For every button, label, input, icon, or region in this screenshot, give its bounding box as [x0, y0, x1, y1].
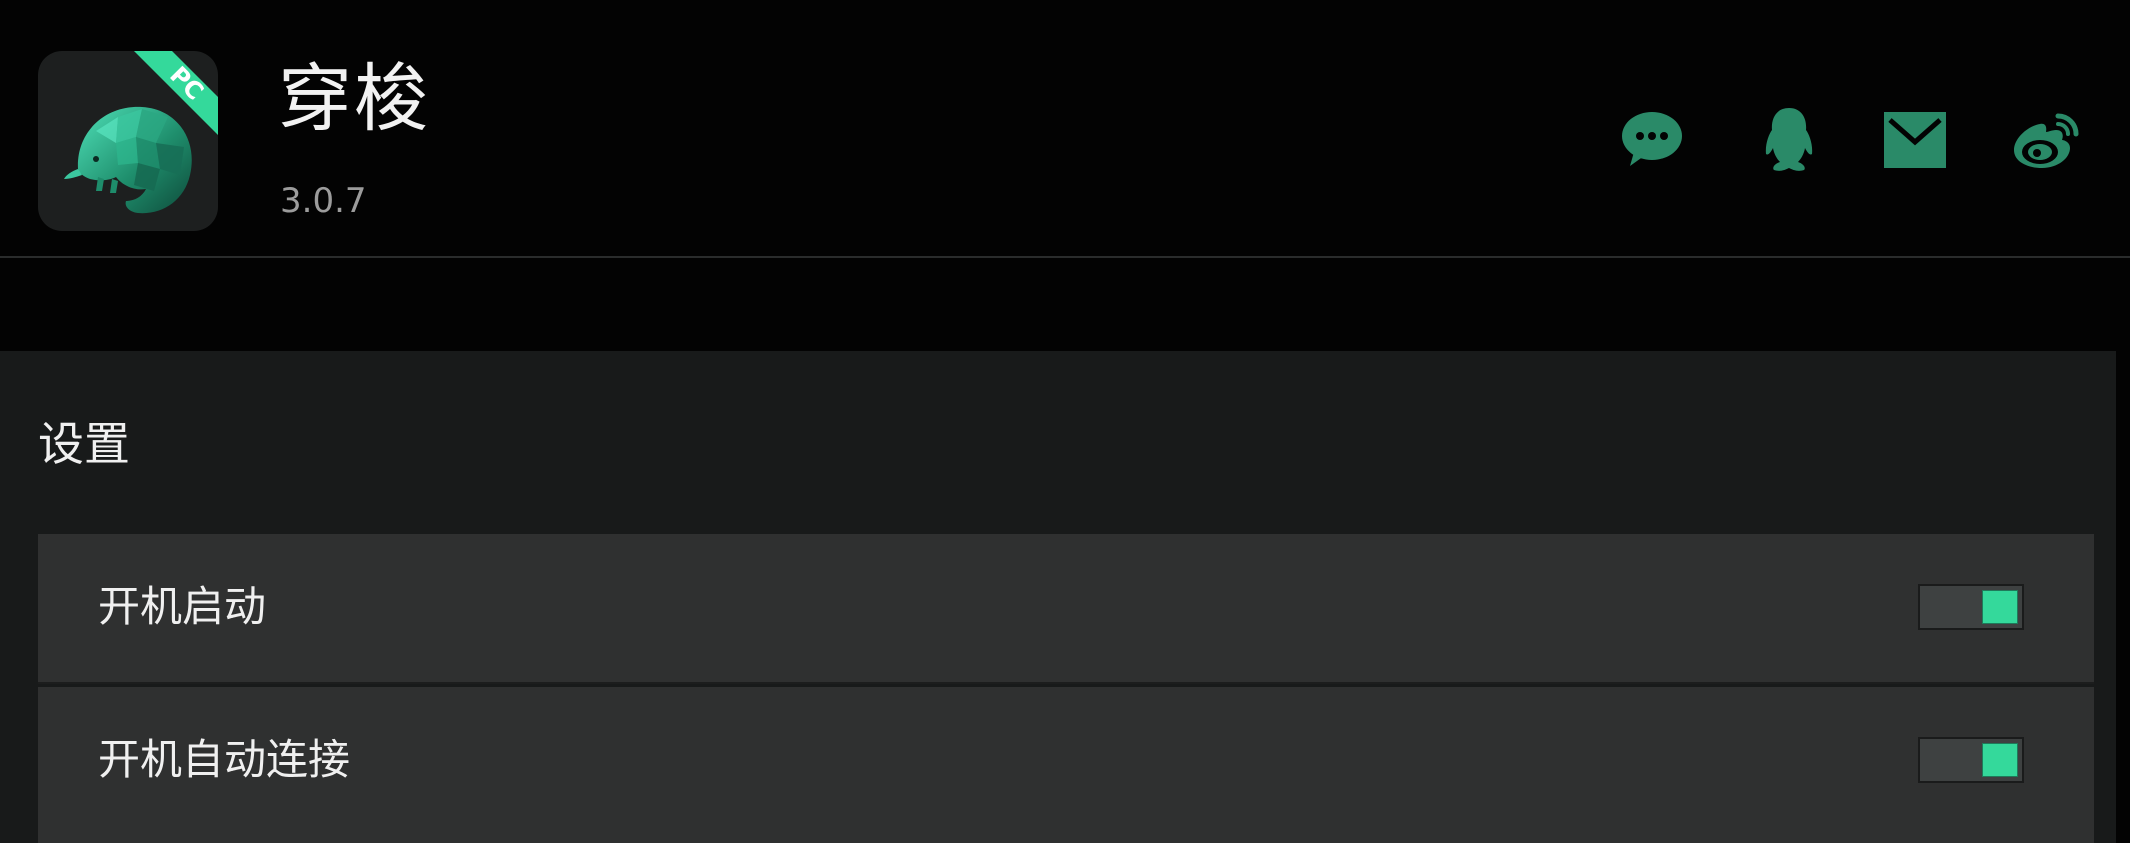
weibo-icon: [2014, 113, 2079, 168]
setting-row-startup: 开机启动: [38, 534, 2094, 684]
weibo-button[interactable]: [2010, 110, 2080, 176]
setting-row-auto-connect: 开机自动连接: [38, 687, 2094, 843]
auto-connect-toggle[interactable]: [1918, 737, 2024, 783]
toggle-knob: [1982, 743, 2018, 777]
setting-label: 开机自动连接: [98, 735, 351, 784]
settings-title: 设置: [38, 417, 130, 471]
mail-icon: [1884, 112, 1946, 168]
qq-penguin-icon: [1765, 108, 1813, 171]
toggle-knob: [1982, 590, 2018, 624]
wechat-icon: [1622, 112, 1682, 166]
settings-panel: 设置 开机启动 开机自动连接: [0, 351, 2116, 843]
wechat-button[interactable]: [1620, 108, 1684, 174]
app-version: 3.0.7: [280, 181, 367, 221]
startup-toggle[interactable]: [1918, 584, 2024, 630]
pangolin-logo-icon: PC: [64, 51, 218, 214]
email-button[interactable]: [1884, 112, 1946, 178]
qq-button[interactable]: [1760, 106, 1818, 172]
app-logo: PC: [38, 51, 218, 231]
app-title: 穿梭: [278, 56, 430, 142]
setting-label: 开机启动: [98, 582, 267, 631]
app-header: PC 穿梭 3.0.7: [0, 0, 2130, 258]
